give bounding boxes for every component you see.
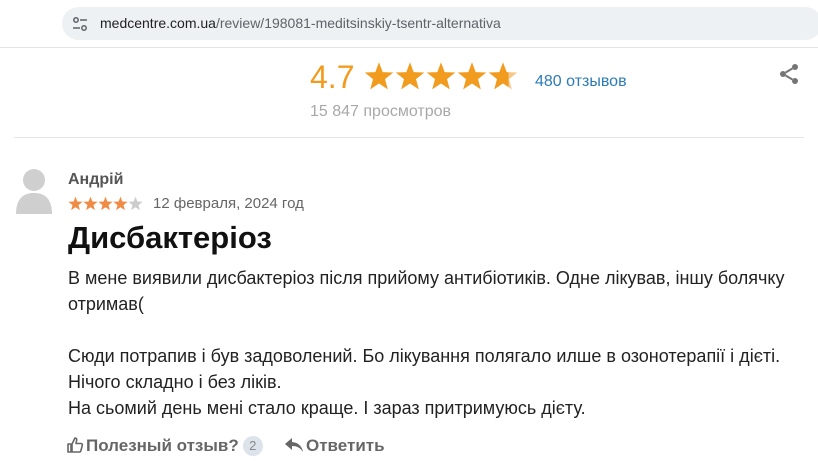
star-icon [426, 62, 456, 90]
helpful-button[interactable]: Полезный отзыв? 2 [66, 435, 263, 457]
review-paragraph: Нічого складно і без ліків. [68, 372, 282, 392]
star-icon [98, 196, 113, 211]
star-icon [113, 196, 128, 211]
thumbs-up-icon [67, 437, 84, 453]
star-icon [83, 196, 98, 211]
address-bar[interactable]: medcentre.com.ua/review/198081-meditsins… [62, 7, 818, 40]
rating-score: 4.7 [310, 59, 355, 95]
helpful-label: Полезный отзыв? [86, 436, 239, 455]
rating-stars [364, 61, 519, 91]
star-icon [364, 62, 394, 90]
star-icon [68, 196, 83, 211]
review-author[interactable]: Андрій [68, 170, 123, 190]
reviews-count-link[interactable]: 480 отзывов [535, 73, 627, 91]
browser-toolbar: medcentre.com.ua/review/198081-meditsins… [0, 0, 818, 48]
reply-arrow-icon [285, 438, 303, 452]
url-text[interactable]: medcentre.com.ua/review/198081-meditsins… [100, 15, 501, 31]
review-paragraph: Сюди потрапив і був задоволений. Бо ліку… [68, 346, 781, 366]
url-path: /review/198081-meditsinskiy-tsentr-alter… [215, 15, 501, 31]
reply-button[interactable]: Ответить [284, 435, 385, 457]
section-divider [14, 137, 804, 138]
review-paragraph: На сьомий день мені стало краще. І зараз… [68, 398, 586, 418]
star-icon [128, 196, 143, 211]
url-domain: medcentre.com.ua [100, 15, 216, 31]
reply-label: Ответить [306, 436, 385, 455]
user-silhouette-icon [16, 169, 52, 214]
review-paragraph [68, 317, 808, 343]
review-body: В мене виявили дисбактеріоз після прийом… [68, 265, 808, 421]
views-count: 15 847 просмотров [310, 103, 452, 120]
star-icon [457, 62, 487, 90]
share-icon[interactable] [777, 62, 801, 86]
helpful-count-badge: 2 [242, 436, 263, 456]
star-icon [395, 62, 425, 90]
review-paragraph: В мене виявили дисбактеріоз після прийом… [68, 268, 785, 314]
review-stars [68, 196, 143, 212]
star-icon [488, 62, 518, 90]
review-date: 12 февраля, 2024 год [153, 195, 304, 212]
tune-icon[interactable] [72, 16, 88, 32]
review-title: Дисбактеріоз [68, 220, 272, 255]
